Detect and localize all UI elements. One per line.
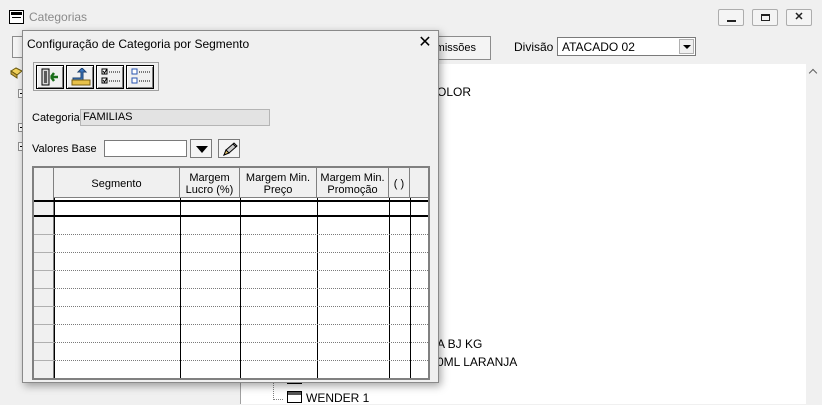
tree-scrollbar[interactable] <box>806 64 822 404</box>
close-icon: ✕ <box>418 34 432 51</box>
dialog-title: Configuração de Categoria por Segmento <box>27 37 250 51</box>
close-icon: ✕ <box>794 11 804 23</box>
table-row[interactable] <box>54 234 428 235</box>
tree-item-label[interactable]: A BJ KG <box>437 337 482 351</box>
division-select[interactable]: ATACADO 02 <box>557 37 696 56</box>
save-button[interactable] <box>66 65 94 89</box>
column-header[interactable]: Margem Lucro (%) <box>180 168 240 198</box>
tree-item-label[interactable]: OLOR <box>437 85 471 99</box>
tree-node-icon <box>287 391 302 403</box>
row-header-divider <box>34 270 54 271</box>
uncheck-all-icon <box>131 68 150 84</box>
app-icon <box>9 10 24 24</box>
column-header[interactable]: Margem Min. Preço <box>240 168 317 198</box>
valores-base-label: Valores Base <box>32 143 97 155</box>
column-header[interactable]: ( ) <box>389 168 410 198</box>
segment-config-dialog: Configuração de Categoria por Segmento ✕ <box>22 30 439 383</box>
row-header-divider <box>34 234 54 235</box>
column-divider <box>317 198 318 378</box>
valores-base-input[interactable] <box>104 140 187 157</box>
selected-row-border <box>34 200 428 202</box>
column-divider <box>180 198 181 378</box>
column-divider <box>389 198 390 378</box>
close-button[interactable]: ✕ <box>786 9 812 26</box>
valores-base-dropdown-button[interactable] <box>190 139 212 158</box>
maximize-icon <box>760 14 770 21</box>
exit-button[interactable] <box>36 65 64 89</box>
table-row[interactable] <box>54 342 428 343</box>
division-label: Divisão <box>514 40 554 54</box>
categoria-label: Categoria <box>32 112 80 124</box>
table-row[interactable] <box>54 378 428 379</box>
selected-row-border <box>34 215 428 217</box>
table-row[interactable] <box>54 270 428 271</box>
check-all-button[interactable] <box>96 65 124 89</box>
tree-item-label[interactable]: WENDER 1 <box>306 391 369 405</box>
column-header[interactable]: Segmento <box>54 168 180 198</box>
row-header-divider <box>34 360 54 361</box>
minimize-button[interactable] <box>718 9 744 26</box>
parent-title-bar[interactable]: Categorias ✕ <box>0 0 822 33</box>
pencil-icon <box>223 142 238 156</box>
dialog-toolbar <box>33 62 159 91</box>
table-row[interactable] <box>54 288 428 289</box>
uncheck-all-button[interactable] <box>126 65 154 89</box>
table-row[interactable] <box>54 306 428 307</box>
column-divider <box>54 198 55 378</box>
table-row[interactable] <box>54 252 428 253</box>
row-header-divider <box>34 306 54 307</box>
save-icon <box>71 68 91 86</box>
column-divider <box>240 198 241 378</box>
maximize-button[interactable] <box>752 9 778 26</box>
categoria-field: FAMILIAS <box>80 109 270 126</box>
row-header-divider <box>34 342 54 343</box>
minimize-icon <box>726 19 736 22</box>
division-value: ATACADO 02 <box>562 40 635 54</box>
table-row[interactable] <box>54 360 428 361</box>
table-row[interactable] <box>54 324 428 325</box>
grid-header: Segmento Margem Lucro (%) Margem Min. Preço M… <box>34 168 428 198</box>
tree-item-label[interactable]: 0ML LARANJA <box>437 355 517 369</box>
row-header-divider <box>34 252 54 253</box>
parent-window-title: Categorias <box>29 10 88 24</box>
row-header-divider <box>34 378 54 379</box>
column-header[interactable]: Margem Min. Promoção <box>317 168 389 198</box>
edit-button[interactable] <box>218 139 240 158</box>
check-all-icon <box>101 68 120 84</box>
column-divider <box>410 198 411 378</box>
row-header-divider <box>34 324 54 325</box>
chevron-down-icon[interactable] <box>679 39 694 54</box>
exit-icon <box>41 68 58 86</box>
dialog-close-button[interactable]: ✕ <box>416 34 434 52</box>
scroll-up-icon[interactable] <box>810 70 818 78</box>
column-header-filler <box>410 168 428 198</box>
segment-grid[interactable]: Segmento Margem Lucro (%) Margem Min. Preço M… <box>32 166 430 380</box>
row-header-divider <box>34 288 54 289</box>
